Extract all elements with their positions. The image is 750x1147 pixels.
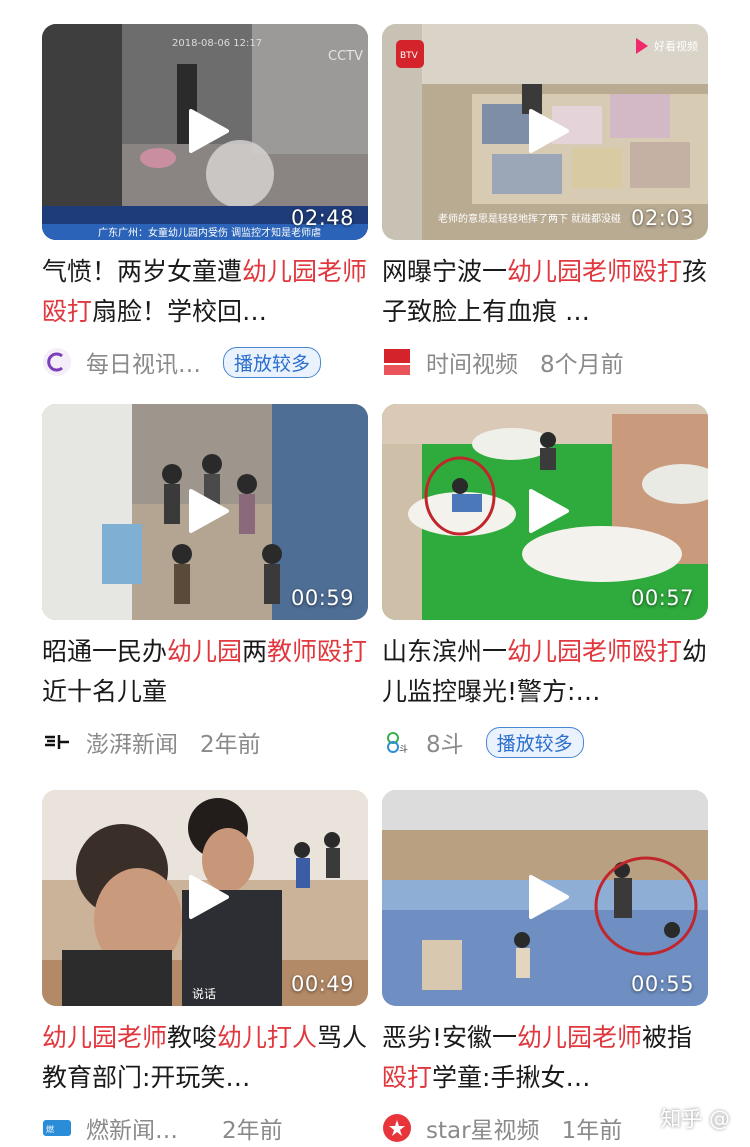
overlay-caption: 说话 [192, 986, 216, 1001]
title-text: 教唆 [167, 1023, 218, 1052]
popular-badge: 播放较多 [223, 346, 322, 378]
svg-text:BTV: BTV [400, 51, 419, 61]
video-title[interactable]: 网曝宁波一幼儿园老师殴打孩子致脸上有血痕 … [382, 252, 708, 332]
publish-time: 1年前 [561, 1118, 623, 1144]
source-name[interactable]: 每日视讯… [86, 345, 201, 379]
play-icon [529, 875, 569, 919]
publish-time: 8个月前 [540, 352, 624, 378]
source-avatar-icon [42, 727, 72, 757]
title-text: 恶劣!安徽一 [382, 1023, 518, 1052]
video-thumbnail[interactable]: 说话 00:49 [42, 790, 368, 1006]
title-text: 学童:手揪女… [432, 1063, 591, 1092]
source-name[interactable]: 燃新闻… [86, 1111, 178, 1145]
title-highlight: 幼儿园老师殴打 [507, 637, 683, 666]
title-text: 网曝宁波一 [382, 257, 508, 286]
video-thumbnail[interactable]: 00:57 [382, 404, 708, 620]
play-icon [189, 489, 229, 533]
source-name[interactable]: star星视频 [426, 1111, 540, 1145]
overlay-caption: 广东广州：女童幼儿园内受伤 调监控才知是老师虐 [98, 226, 321, 239]
video-card[interactable]: 00:57 山东滨州一幼儿园老师殴打幼儿监控曝光!警方:… 斗 8斗 播放较多 [382, 404, 708, 760]
play-icon [529, 109, 569, 153]
title-text: 山东滨州一 [382, 637, 508, 666]
title-highlight: 殴打 [382, 1063, 433, 1092]
zhihu-watermark: 知乎 @ [660, 1107, 730, 1131]
title-highlight: 幼儿园老师 [517, 1023, 643, 1052]
video-card[interactable]: 00:55 恶劣!安徽一幼儿园老师被指殴打学童:手揪女… star星视频 1年前 [382, 790, 708, 1146]
play-icon [189, 109, 229, 153]
title-text: 昭通一民办 [42, 637, 168, 666]
video-title[interactable]: 山东滨州一幼儿园老师殴打幼儿监控曝光!警方:… [382, 632, 708, 712]
video-title[interactable]: 幼儿园老师教唆幼儿打人骂人 教育部门:开玩笑… [42, 1018, 368, 1098]
video-duration: 00:49 [290, 972, 354, 996]
title-highlight: 幼儿园老师 [42, 1023, 168, 1052]
title-highlight: 教师殴打 [267, 637, 368, 666]
video-thumbnail[interactable]: 2018-08-06 12:17 CCTV 广东广州：女童幼儿园内受伤 调监控才… [42, 24, 368, 240]
svg-text:CCTV: CCTV [328, 49, 363, 64]
source-avatar-icon: 燃 [42, 1113, 72, 1143]
video-card[interactable]: 2018-08-06 12:17 CCTV 广东广州：女童幼儿园内受伤 调监控才… [42, 24, 368, 380]
video-card[interactable]: 说话 00:49 幼儿园老师教唆幼儿打人骂人 教育部门:开玩笑… 燃 燃新闻… … [42, 790, 368, 1146]
source-avatar-icon [382, 1113, 412, 1143]
publish-time: 2年前 [222, 1118, 283, 1144]
popular-badge: 播放较多 [485, 726, 584, 758]
video-thumbnail[interactable]: BTV 好看视频 老师的意思是轻轻地挥了两下 就碰都没碰 02:03 [382, 24, 708, 240]
video-duration: 00:59 [290, 586, 354, 610]
play-icon [189, 875, 229, 919]
overlay-logo: 好看视频 [654, 39, 698, 53]
title-text: 扇脸！学校回… [92, 297, 268, 326]
video-meta: 每日视讯… 播放较多 [42, 344, 368, 380]
source-name[interactable]: 澎湃新闻 [86, 725, 178, 759]
video-duration: 00:57 [630, 586, 694, 610]
source-name[interactable]: 8斗 [426, 725, 464, 759]
video-duration: 02:48 [290, 206, 354, 230]
svg-text:斗: 斗 [399, 744, 408, 755]
video-duration: 00:55 [630, 972, 694, 996]
video-title[interactable]: 气愤！两岁女童遭幼儿园老师殴打扇脸！学校回… [42, 252, 368, 332]
title-text: 气愤！两岁女童遭 [42, 257, 243, 286]
play-icon [529, 489, 569, 533]
title-highlight: 幼儿打人 [217, 1023, 318, 1052]
video-card[interactable]: BTV 好看视频 老师的意思是轻轻地挥了两下 就碰都没碰 02:03 网曝宁波一… [382, 24, 708, 380]
video-title[interactable]: 恶劣!安徽一幼儿园老师被指殴打学童:手揪女… [382, 1018, 708, 1098]
video-meta: 澎湃新闻 2年前 [42, 724, 368, 760]
video-title[interactable]: 昭通一民办幼儿园两教师殴打近十名儿童 [42, 632, 368, 712]
title-text: 近十名儿童 [42, 677, 168, 706]
source-avatar-icon [382, 347, 412, 377]
source-avatar-icon: 斗 [382, 727, 412, 757]
title-highlight: 幼儿园 [167, 637, 243, 666]
video-card[interactable]: 00:59 昭通一民办幼儿园两教师殴打近十名儿童 澎湃新闻 2年前 [42, 404, 368, 760]
video-meta: 斗 8斗 播放较多 [382, 724, 708, 760]
source-avatar-icon [42, 347, 72, 377]
publish-time: 2年前 [200, 732, 261, 758]
overlay-timestamp: 2018-08-06 12:17 [172, 38, 262, 49]
video-grid: 2018-08-06 12:17 CCTV 广东广州：女童幼儿园内受伤 调监控才… [0, 0, 750, 1147]
svg-text:燃: 燃 [46, 1124, 54, 1134]
video-thumbnail[interactable]: 00:55 [382, 790, 708, 1006]
video-duration: 02:03 [630, 206, 694, 230]
overlay-caption: 老师的意思是轻轻地挥了两下 就碰都没碰 [438, 212, 621, 225]
source-name[interactable]: 时间视频 [426, 345, 518, 379]
video-thumbnail[interactable]: 00:59 [42, 404, 368, 620]
title-text: 被指 [642, 1023, 693, 1052]
video-meta: 燃 燃新闻… 2年前 [42, 1110, 368, 1146]
video-meta: 时间视频 8个月前 [382, 344, 708, 380]
title-text: 两 [242, 637, 268, 666]
title-highlight: 幼儿园老师殴打 [507, 257, 683, 286]
